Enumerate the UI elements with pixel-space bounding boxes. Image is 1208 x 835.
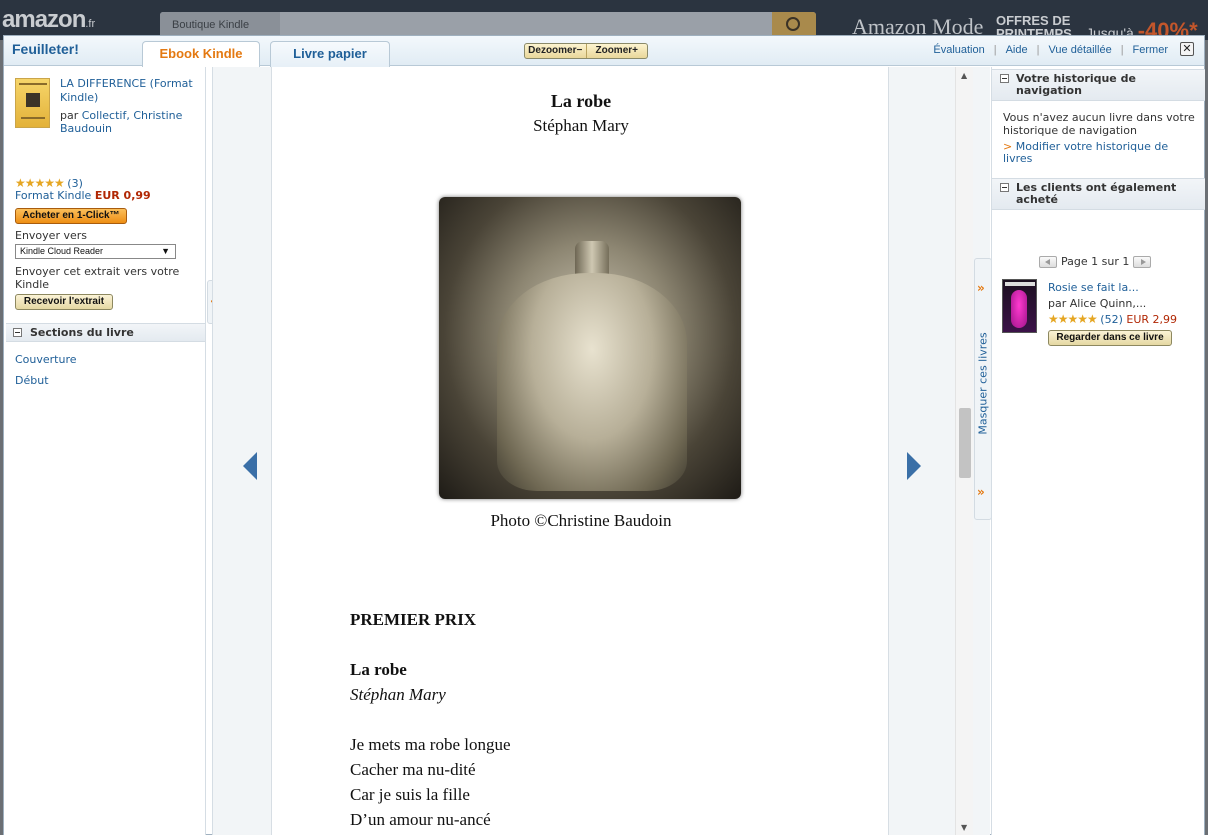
hide-books-toggle[interactable]: » Masquer ces livres » [974, 258, 992, 520]
brand-title: Feuilleter! [12, 41, 79, 57]
recommended-book-title[interactable]: Rosie se fait la... [1048, 281, 1139, 294]
poem-line: Car je suis la fille [350, 785, 470, 804]
pager: Page 1 sur 1 [1039, 255, 1152, 268]
sections-header[interactable]: Sections du livre [6, 323, 205, 342]
book-rating[interactable]: ★★★★★ (3) [15, 176, 83, 190]
amazon-logo: amazon.fr [2, 6, 96, 33]
star-rating-icon: ★★★★★ [1048, 312, 1098, 326]
zoom-in-button[interactable]: Zoomer+ [585, 44, 648, 58]
prize-heading: PREMIER PRIX [350, 610, 477, 629]
book-format-price: Format Kindle EUR 0,99 [15, 189, 151, 202]
look-inside-modal: Feuilleter! Ebook Kindle Livre papier De… [3, 35, 1205, 835]
book-page: La robe Stéphan Mary Photo ©Christine Ba… [271, 67, 889, 835]
scroll-down-icon[interactable]: ▼ [961, 823, 967, 832]
page-author: Stéphan Mary [533, 116, 629, 135]
author-link[interactable]: Collectif, Christine Baudouin [60, 109, 182, 135]
next-page-arrow-icon[interactable] [907, 452, 921, 480]
book-price: EUR 0,99 [94, 189, 151, 202]
tab-ebook-kindle[interactable]: Ebook Kindle [142, 41, 260, 67]
poem-author: Stéphan Mary [350, 685, 446, 704]
chevron-down-icon: ▼ [161, 246, 170, 256]
collapse-minus-icon[interactable] [13, 328, 22, 337]
recommended-book-price: EUR 2,99 [1126, 313, 1178, 326]
also-bought-header[interactable]: Les clients ont également acheté [992, 178, 1205, 210]
zoom-control: Dezoomer− Zoomer+ [524, 43, 648, 59]
section-item-couverture[interactable]: Couverture [15, 353, 77, 366]
scroll-up-icon[interactable]: ▲ [961, 71, 967, 80]
poem-line: Cacher ma nu-dité [350, 760, 476, 779]
book-title-link[interactable]: LA DIFFERENCE (Format Kindle) [60, 77, 202, 105]
rating-count-link[interactable]: (52) [1100, 313, 1123, 326]
pager-prev-icon[interactable] [1039, 255, 1057, 268]
format-link[interactable]: Format Kindle [15, 189, 91, 202]
recommended-book-rating: ★★★★★ (52) EUR 2,99 [1048, 312, 1177, 326]
buy-one-click-button[interactable]: Acheter en 1-Click™ [15, 208, 127, 224]
edit-history-link[interactable]: > Modifier votre historique de livres [1003, 141, 1199, 165]
modal-topbar: Feuilleter! Ebook Kindle Livre papier De… [4, 36, 1204, 67]
close-icon[interactable]: ✕ [1180, 42, 1194, 56]
recommended-book-cover[interactable] [1002, 279, 1037, 333]
link-evaluation[interactable]: Évaluation [933, 44, 984, 56]
collapse-minus-icon[interactable] [1000, 74, 1009, 83]
section-item-debut[interactable]: Début [15, 374, 49, 387]
left-panel: LA DIFFERENCE (Format Kindle) par Collec… [4, 67, 206, 835]
scrollbar-thumb[interactable] [959, 408, 971, 478]
receive-excerpt-button[interactable]: Recevoir l'extrait [15, 294, 113, 310]
right-panel: Votre historique de navigation Vous n'av… [991, 67, 1205, 835]
mannequin-photo [439, 197, 741, 499]
photo-caption: Photo ©Christine Baudoin [490, 511, 672, 530]
zoom-out-button[interactable]: Dezoomer− [525, 44, 586, 58]
history-empty-text: Vous n'avez aucun livre dans votre histo… [1003, 111, 1195, 137]
poem-line: D’un amour nu-ancé [350, 810, 491, 829]
book-cover-thumbnail[interactable] [15, 78, 50, 128]
pager-next-icon[interactable] [1133, 255, 1152, 268]
expand-right-icon: » [977, 281, 985, 295]
top-links: Évaluation | Aide | Vue détaillée | Fermer [933, 44, 1168, 56]
tab-livre-papier[interactable]: Livre papier [270, 41, 390, 67]
page-title: La robe [550, 91, 612, 111]
book-authors: par Collectif, Christine Baudouin [60, 109, 183, 135]
look-inside-button[interactable]: Regarder dans ce livre [1048, 330, 1172, 346]
reader-scrollbar[interactable]: ▲ ▼ [955, 67, 973, 835]
reader-area: La robe Stéphan Mary Photo ©Christine Ba… [212, 67, 990, 835]
poem-title: La robe [350, 660, 407, 679]
star-rating-icon: ★★★★★ [15, 176, 65, 190]
link-vue-detaillee[interactable]: Vue détaillée [1048, 44, 1111, 56]
send-excerpt-label: Envoyer cet extrait vers votre Kindle [15, 265, 180, 291]
link-aide[interactable]: Aide [1006, 44, 1028, 56]
recommended-book-author: par Alice Quinn,... [1048, 297, 1147, 310]
expand-right-icon: » [977, 485, 985, 499]
previous-page-arrow-icon[interactable] [243, 452, 257, 480]
send-to-select[interactable]: Kindle Cloud Reader ▼ [15, 244, 176, 259]
hide-books-label: Masquer ces livres [976, 332, 990, 435]
send-to-label: Envoyer vers [15, 229, 87, 242]
link-fermer[interactable]: Fermer [1133, 44, 1168, 56]
background-header: amazon.fr Boutique Kindle Amazon Mode OF… [0, 0, 1208, 43]
history-header[interactable]: Votre historique de navigation [992, 69, 1205, 101]
collapse-minus-icon[interactable] [1000, 183, 1009, 192]
poem-line: Je mets ma robe longue [350, 735, 511, 754]
